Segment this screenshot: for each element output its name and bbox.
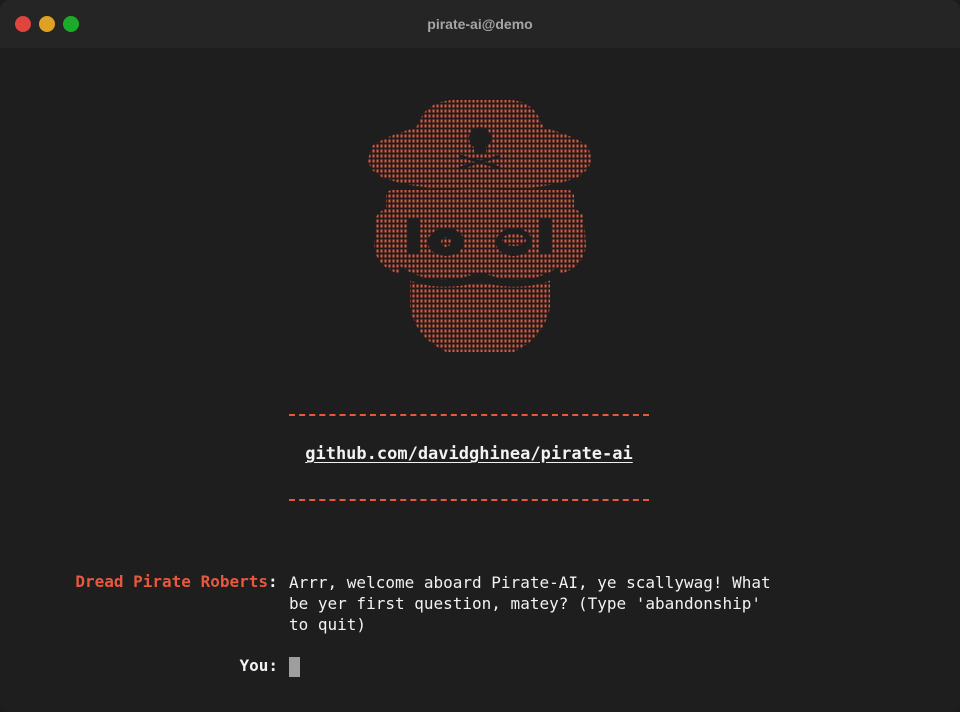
terminal-window: pirate-ai@demo github.com/davidghinea/pi…: [0, 0, 960, 712]
welcome-message: Arrr, welcome aboard Pirate-AI, ye scall…: [289, 572, 829, 635]
speaker-name: Dread Pirate Roberts: [75, 572, 268, 591]
prompt-label: You:: [239, 656, 278, 675]
divider-bottom: [289, 499, 649, 501]
message-line: Arrr, welcome aboard Pirate-AI, ye scall…: [289, 573, 771, 592]
speaker-colon: :: [268, 572, 278, 591]
prompt-input[interactable]: [289, 656, 889, 678]
pirate-skull-ascii-art-icon: [364, 94, 596, 358]
message-line: be yer first question, matey? (Type 'aba…: [289, 594, 762, 613]
window-title: pirate-ai@demo: [427, 16, 533, 32]
title-bar: pirate-ai@demo: [0, 0, 960, 48]
text-cursor: [289, 657, 300, 677]
github-repo-link[interactable]: github.com/davidghinea/pirate-ai: [0, 444, 938, 464]
terminal-output[interactable]: github.com/davidghinea/pirate-ai Dread P…: [0, 48, 960, 712]
message-line: to quit): [289, 615, 367, 634]
divider-top: [289, 414, 649, 416]
